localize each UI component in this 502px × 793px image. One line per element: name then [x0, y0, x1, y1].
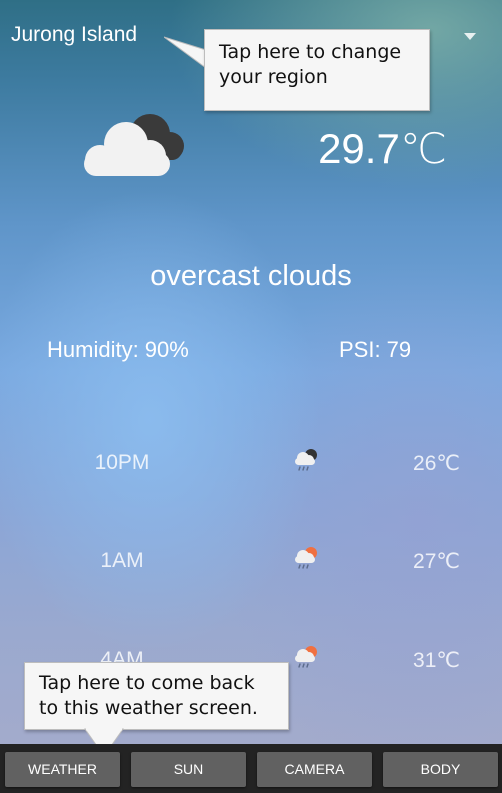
- weather-tab-tooltip[interactable]: Tap here to come back to this weather sc…: [24, 662, 289, 730]
- rain-icon: [295, 547, 317, 569]
- weather-condition: overcast clouds: [150, 260, 352, 292]
- forecast-temperature: 27℃: [413, 550, 460, 573]
- rain-icon: [295, 646, 317, 668]
- nav-weather-button[interactable]: WEATHER: [5, 752, 120, 787]
- bottom-navigation: WEATHER SUN CAMERA BODY: [0, 744, 502, 793]
- forecast-row: 10PM 26℃: [0, 449, 502, 491]
- tooltip-arrow: [164, 36, 207, 69]
- weather-tooltip-text: Tap here to come back to this weather sc…: [39, 672, 258, 719]
- humidity-reading: Humidity: 90%: [47, 337, 189, 362]
- nav-body-button[interactable]: BODY: [383, 752, 498, 787]
- cloud-icon: [84, 114, 184, 176]
- region-tooltip-text: Tap here to change your region: [219, 41, 402, 88]
- nav-sun-button[interactable]: SUN: [131, 752, 246, 787]
- forecast-time: 10PM: [94, 451, 150, 474]
- caret-down-icon[interactable]: [464, 33, 476, 40]
- forecast-time: 1AM: [100, 549, 144, 572]
- current-temperature: 29.7℃: [318, 125, 447, 172]
- region-tooltip[interactable]: Tap here to change your region: [204, 29, 430, 111]
- psi-reading: PSI: 79: [339, 337, 412, 362]
- forecast-temperature: 31℃: [413, 649, 460, 672]
- forecast-temperature: 26℃: [413, 452, 460, 475]
- weather-screen: Jurong Island 29.7℃ overcast clouds Humi…: [0, 0, 502, 744]
- region-selector[interactable]: Jurong Island: [11, 23, 137, 47]
- nav-camera-button[interactable]: CAMERA: [257, 752, 372, 787]
- forecast-row: 1AM 27℃: [0, 547, 502, 589]
- night-rain-icon: [295, 449, 317, 471]
